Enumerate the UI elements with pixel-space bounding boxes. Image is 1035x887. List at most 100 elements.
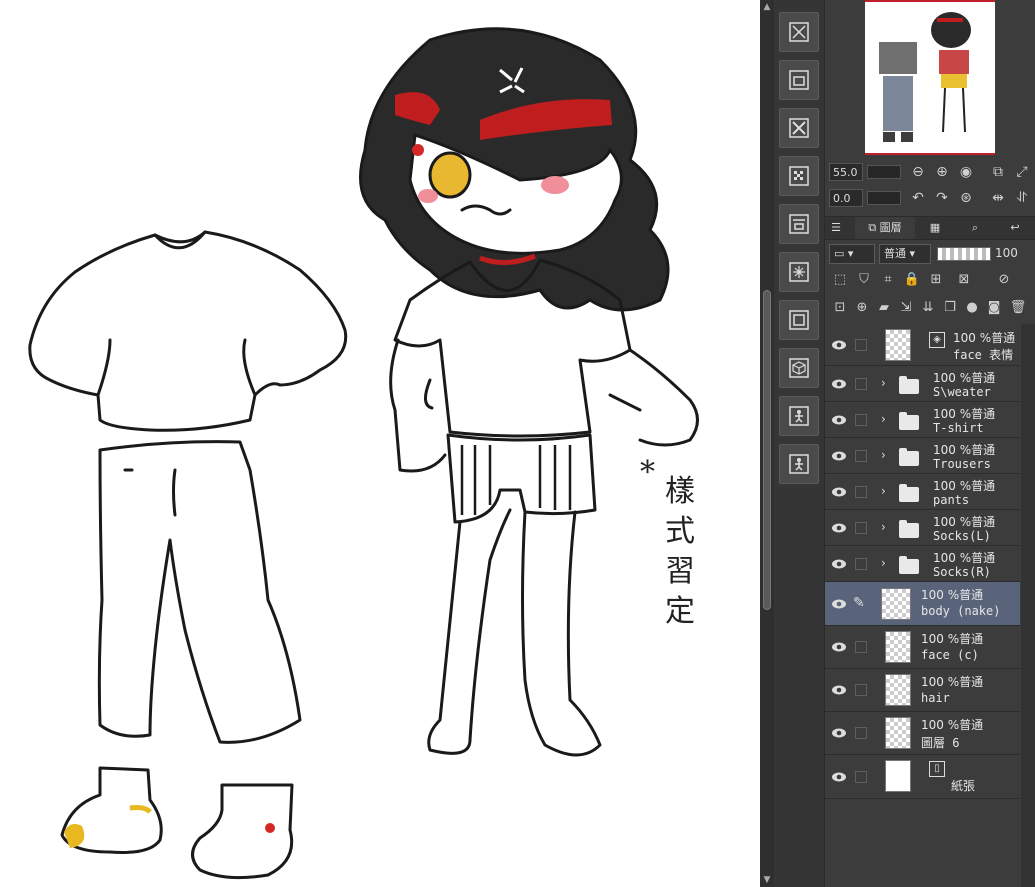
layer-lock-box[interactable] (855, 378, 867, 390)
tab-history[interactable]: ↩ (997, 217, 1033, 239)
layer-pants[interactable]: › 100 %普通 pants (825, 474, 1020, 510)
layer-lock-box[interactable] (855, 684, 867, 696)
tool-button-6[interactable] (779, 252, 819, 292)
eye-icon[interactable] (831, 684, 847, 696)
copy-layer-icon[interactable]: ❐ (941, 299, 959, 317)
zoom-slider[interactable] (867, 165, 901, 179)
fit-window-icon[interactable]: ⧉ (989, 163, 1007, 181)
layer-lock-box[interactable] (855, 727, 867, 739)
eye-icon[interactable] (831, 641, 847, 653)
layer-socks-l[interactable]: › 100 %普通 Socks(L) (825, 510, 1020, 546)
folder-expand-icon[interactable]: › (881, 448, 886, 462)
zoom-in-icon[interactable]: ⊕ (933, 163, 951, 181)
tool-button-9[interactable] (779, 396, 819, 436)
eye-icon[interactable] (831, 414, 847, 426)
folder-expand-icon[interactable]: › (881, 556, 886, 570)
layer-lock-box[interactable] (855, 522, 867, 534)
layer-socks-r[interactable]: › 100 %普通 Socks(R) (825, 546, 1020, 582)
layer-lock-box[interactable] (855, 339, 867, 351)
eye-icon[interactable] (831, 378, 847, 390)
draft-icon[interactable]: ⛉ (855, 271, 873, 289)
scrollbar-thumb[interactable] (763, 290, 771, 610)
mask-icon[interactable]: ● (963, 299, 981, 317)
apply-mask-icon[interactable]: ◙ (985, 299, 1003, 317)
folder-expand-icon[interactable]: › (881, 520, 886, 534)
tool-button-3[interactable] (779, 108, 819, 148)
layer-tshirt[interactable]: › 100 %普通 T-shirt (825, 402, 1020, 438)
zoom-value[interactable]: 55.0 (829, 163, 863, 181)
tool-button-2[interactable] (779, 60, 819, 100)
layer-hair[interactable]: 100 %普通 hair (825, 669, 1020, 712)
folder-expand-icon[interactable]: › (881, 376, 886, 390)
color-mode-select[interactable]: ▭ ▾ (829, 244, 875, 264)
layer-paper[interactable]: ▯ 紙張 (825, 755, 1020, 799)
tab-menu-icon[interactable]: ☰ (829, 217, 843, 239)
mask-enable-icon[interactable]: ⊠ (955, 271, 973, 289)
canvas-scrollbar[interactable]: ▲ ▼ (760, 0, 774, 887)
layer-lock-box[interactable] (855, 414, 867, 426)
tool-button-1[interactable] (779, 12, 819, 52)
layer-body[interactable]: ✎ 100 %普通 body (nake) (825, 582, 1020, 626)
layer-sweater[interactable]: › 100 %普通 S\weater (825, 366, 1020, 402)
tab-layers[interactable]: ⧉ 圖層 (855, 217, 915, 239)
eye-icon[interactable] (831, 339, 847, 351)
eye-icon[interactable] (831, 486, 847, 498)
layer-lock-box[interactable] (855, 450, 867, 462)
clip-icon[interactable]: ⌗ (879, 271, 897, 289)
layer-lock-box[interactable] (855, 641, 867, 653)
mask-range-icon[interactable]: ⊘ (995, 271, 1013, 289)
rotate-left-icon[interactable]: ↶ (909, 189, 927, 207)
layer-trousers[interactable]: › 100 %普通 Trousers (825, 438, 1020, 474)
tab-material[interactable]: ▦ (917, 217, 953, 239)
reset-rotation-icon[interactable]: ⊛ (957, 189, 975, 207)
tool-button-4[interactable] (779, 156, 819, 196)
folder-expand-icon[interactable]: › (881, 412, 886, 426)
eye-icon[interactable] (831, 771, 847, 783)
layer-name: face 表情 (953, 348, 1014, 362)
reference-icon[interactable]: ⬚ (831, 271, 849, 289)
layer-face-c[interactable]: 100 %普通 face (c) (825, 626, 1020, 669)
layer-lock-box[interactable] (855, 558, 867, 570)
eye-icon[interactable] (831, 727, 847, 739)
sweater-drawing (28, 230, 348, 432)
tool-button-10[interactable] (779, 444, 819, 484)
opacity-value[interactable]: 100 (995, 246, 1018, 260)
expand-icon[interactable]: ⤢ (1013, 163, 1031, 181)
rotate-slider[interactable] (867, 191, 901, 205)
layer-thumbnail (885, 717, 911, 749)
eye-icon[interactable] (831, 450, 847, 462)
transfer-down-icon[interactable]: ⇲ (897, 299, 915, 317)
lock-transparent-icon[interactable]: ⊞ (927, 271, 945, 289)
eye-icon[interactable] (831, 598, 847, 610)
new-folder-icon[interactable]: ▰ (875, 299, 893, 317)
eye-icon[interactable] (831, 522, 847, 534)
navigator-preview[interactable] (865, 0, 995, 155)
flip-vertical-icon[interactable]: ⥯ (1013, 189, 1031, 207)
delete-layer-icon[interactable]: 🗑 (1009, 299, 1027, 317)
layer-lock-box[interactable] (855, 771, 867, 783)
rotate-value[interactable]: 0.0 (829, 189, 863, 207)
drawing-canvas[interactable]: * 樣式習定 (0, 0, 760, 887)
lock-icon[interactable]: 🔒 (903, 271, 921, 289)
blend-mode-select[interactable]: 普通 ▾ (879, 244, 931, 264)
tool-button-5[interactable] (779, 204, 819, 244)
folder-expand-icon[interactable]: › (881, 484, 886, 498)
fit-icon[interactable]: ◉ (957, 163, 975, 181)
flip-horizontal-icon[interactable]: ⇹ (989, 189, 1007, 207)
new-raster-layer-icon[interactable]: ⊡ (831, 299, 849, 317)
new-vector-layer-icon[interactable]: ⊕ (853, 299, 871, 317)
tool-button-8[interactable] (779, 348, 819, 388)
merge-down-icon[interactable]: ⇊ (919, 299, 937, 317)
eye-icon[interactable] (831, 558, 847, 570)
layer-lock-box[interactable] (855, 486, 867, 498)
layer-list-scrollbar[interactable] (1021, 324, 1035, 887)
layer-6[interactable]: 100 %普通 圖層 6 (825, 712, 1020, 755)
scroll-down-arrow-icon[interactable]: ▼ (760, 873, 774, 887)
layer-face-expression[interactable]: ◈ 100 %普通 face 表情 (825, 324, 1020, 366)
tab-search[interactable]: ⌕ (955, 217, 995, 239)
zoom-out-icon[interactable]: ⊖ (909, 163, 927, 181)
scroll-up-arrow-icon[interactable]: ▲ (760, 0, 774, 14)
rotate-right-icon[interactable]: ↷ (933, 189, 951, 207)
tool-button-7[interactable] (779, 300, 819, 340)
opacity-slider[interactable] (937, 247, 991, 261)
